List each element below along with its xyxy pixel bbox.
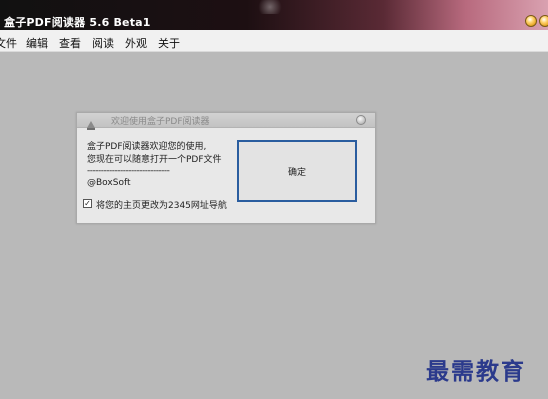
welcome-message-line: 盒子PDF阅读器欢迎您的使用, xyxy=(87,142,207,152)
dialog-title-bar: 欢迎使用盒子PDF阅读器 xyxy=(77,113,375,130)
title-glow-decoration xyxy=(255,0,285,14)
maximize-button[interactable] xyxy=(539,15,548,27)
window-title: 盒子PDF阅读器 5.6 Beta1 xyxy=(4,16,151,29)
welcome-dialog: 欢迎使用盒子PDF阅读器 盒子PDF阅读器欢迎您的使用, 您现在可以随意打开一个… xyxy=(76,112,376,224)
menu-appearance[interactable]: 外观 xyxy=(125,35,147,51)
menu-edit[interactable]: 编辑 xyxy=(26,35,48,51)
welcome-message-line: 您现在可以随意打开一个PDF文件 xyxy=(87,155,222,165)
menu-read[interactable]: 阅读 xyxy=(92,35,114,51)
menu-file[interactable]: 文件 xyxy=(0,35,17,51)
dialog-close-button[interactable] xyxy=(356,115,366,125)
menu-about[interactable]: 关于 xyxy=(158,35,180,51)
ok-button-label: 确定 xyxy=(287,167,306,178)
ok-button[interactable]: 确定 xyxy=(237,140,357,202)
dialog-title: 欢迎使用盒子PDF阅读器 xyxy=(111,117,210,127)
minimize-button[interactable] xyxy=(525,15,537,27)
menu-view[interactable]: 查看 xyxy=(59,35,81,51)
homepage-checkbox[interactable]: ✓ xyxy=(83,199,92,208)
copyright-text: @BoxSoft xyxy=(87,178,131,188)
separator-line: ------------------------------ xyxy=(87,166,170,176)
title-bar: 盒子PDF阅读器 5.6 Beta1 xyxy=(0,0,548,30)
app-icon xyxy=(87,115,95,130)
homepage-checkbox-label[interactable]: 将您的主页更改为2345网址导航 xyxy=(96,198,227,211)
watermark-logo: 最需教育 xyxy=(426,358,526,385)
menu-bar: 文件 编辑 查看 阅读 外观 关于 xyxy=(0,30,548,52)
